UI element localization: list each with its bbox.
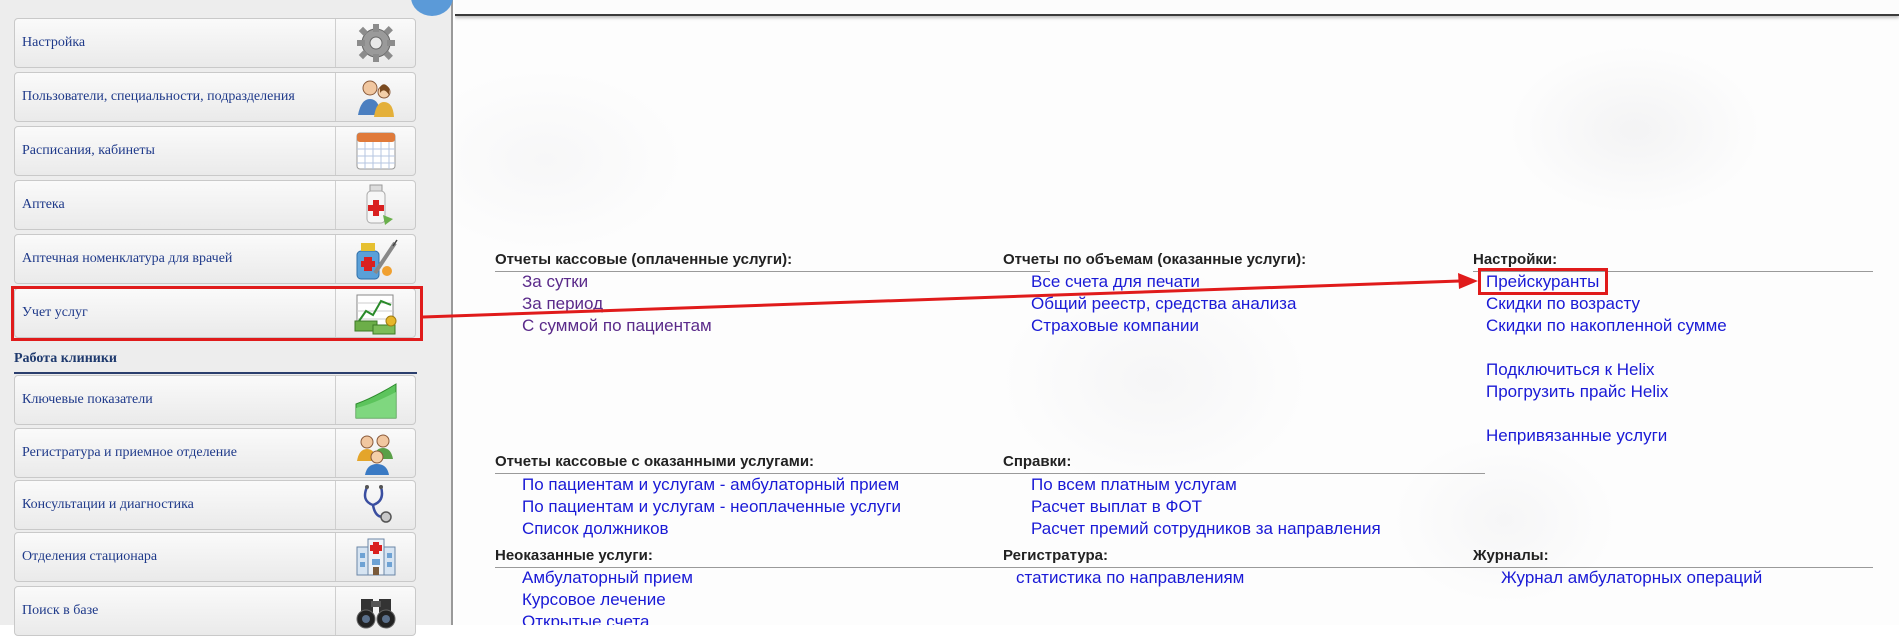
link-outpatient-by-patient[interactable]: По пациентам и услугам - амбулаторный пр…: [522, 474, 899, 496]
sidebar-item-label: Аптека: [22, 197, 65, 212]
section-title-volume-reports: Отчеты по объемам (оказанные услуги):: [1003, 251, 1307, 268]
syringe-pills-icon: [335, 235, 415, 283]
link-referral-bonuses[interactable]: Расчет премий сотрудников за направления: [1031, 518, 1381, 540]
link-open-invoices[interactable]: Открытые счета: [522, 611, 649, 625]
link-insurance-companies[interactable]: Страховые компании: [1031, 315, 1199, 337]
link-per-period[interactable]: За период: [522, 293, 603, 315]
link-unpaid-by-patient[interactable]: По пациентам и услугам - неоплаченные ус…: [522, 496, 901, 518]
users-icon: [335, 73, 415, 121]
medicine-bottle-icon: [335, 181, 415, 229]
sidebar-item-users[interactable]: Пользователи, специальности, подразделен…: [14, 72, 416, 122]
link-unlinked-services[interactable]: Непривязанные услуги: [1486, 425, 1667, 447]
sidebar-item-pharmacy[interactable]: Аптека: [14, 180, 416, 230]
hospital-building-icon: [335, 533, 415, 581]
sidebar-item-label: Аптечная номенклатура для врачей: [22, 251, 233, 266]
stethoscope-icon: [335, 481, 415, 529]
sidebar-item-settings[interactable]: Настройка: [14, 18, 416, 68]
sidebar-item-label: Ключевые показатели: [22, 392, 153, 407]
section-title-cash-with-services: Отчеты кассовые с оказанными услугами:: [495, 453, 1015, 474]
sidebar-item-database-search[interactable]: Поиск в базе: [14, 586, 416, 636]
sidebar-item-label: Поиск в базе: [22, 603, 99, 618]
link-age-discounts[interactable]: Скидки по возрасту: [1486, 293, 1640, 315]
section-title-references: Справки:: [1003, 453, 1485, 474]
people-group-icon: [335, 429, 415, 477]
link-outpatient-operations-journal[interactable]: Журнал амбулаторных операций: [1501, 567, 1762, 589]
sidebar-item-consultations[interactable]: Консультации и диагностика: [14, 480, 416, 530]
sidebar-item-key-indicators[interactable]: Ключевые показатели: [14, 375, 416, 425]
sidebar-item-schedules[interactable]: Расписания, кабинеты: [14, 126, 416, 176]
highlight-services-accounting: [11, 286, 423, 341]
link-all-invoices-print[interactable]: Все счета для печати: [1031, 271, 1200, 293]
link-connect-helix[interactable]: Подключиться к Helix: [1486, 359, 1655, 381]
section-title-journals: Журналы:: [1473, 547, 1873, 568]
sidebar-item-label: Расписания, кабинеты: [22, 143, 155, 158]
section-title-registry: Регистратура:: [1003, 547, 1473, 568]
main-content: Отчеты кассовые (оплаченные услуги): За …: [455, 0, 1899, 625]
sidebar-item-label: Пользователи, специальности, подразделен…: [22, 89, 295, 104]
link-all-paid-services[interactable]: По всем платным услугам: [1031, 474, 1237, 496]
link-referral-statistics[interactable]: статистика по направлениям: [1016, 567, 1244, 589]
sidebar-item-label: Консультации и диагностика: [22, 497, 194, 512]
link-per-day[interactable]: За сутки: [522, 271, 588, 293]
highlight-price-lists: [1478, 268, 1608, 295]
link-general-registry[interactable]: Общий реестр, средства анализа: [1031, 293, 1296, 315]
link-outpatient-visit[interactable]: Амбулаторный прием: [522, 567, 693, 589]
binoculars-icon: [335, 587, 415, 635]
gear-icon: [335, 19, 415, 67]
sidebar-item-label: Отделения стационара: [22, 549, 158, 564]
link-load-helix-price[interactable]: Прогрузить прайс Helix: [1486, 381, 1668, 403]
link-debtors-list[interactable]: Список должников: [522, 518, 669, 540]
link-sum-by-patient[interactable]: С суммой по пациентам: [522, 315, 712, 337]
calendar-icon: [335, 127, 415, 175]
sidebar-item-label: Настройка: [22, 35, 86, 50]
collapse-toggle-button[interactable]: [411, 0, 453, 16]
area-chart-icon: [335, 376, 415, 424]
sidebar-item-registry[interactable]: Регистратура и приемное отделение: [14, 428, 416, 478]
link-payroll-calculation[interactable]: Расчет выплат в ФОТ: [1031, 496, 1202, 518]
top-frame: [455, 0, 1899, 16]
section-heading-clinic-work: Работа клиники: [14, 350, 417, 374]
link-course-treatment[interactable]: Курсовое лечение: [522, 589, 666, 611]
sidebar-item-pharmacy-nomenclature[interactable]: Аптечная номенклатура для врачей: [14, 234, 416, 284]
section-title-unrendered-services: Неоказанные услуги:: [495, 547, 1015, 568]
section-title-cash-reports: Отчеты кассовые (оплаченные услуги):: [495, 251, 1050, 272]
link-accumulated-discounts[interactable]: Скидки по накопленной сумме: [1486, 315, 1727, 337]
sidebar-item-inpatient-departments[interactable]: Отделения стационара: [14, 532, 416, 582]
sidebar-item-label: Регистратура и приемное отделение: [22, 445, 237, 460]
